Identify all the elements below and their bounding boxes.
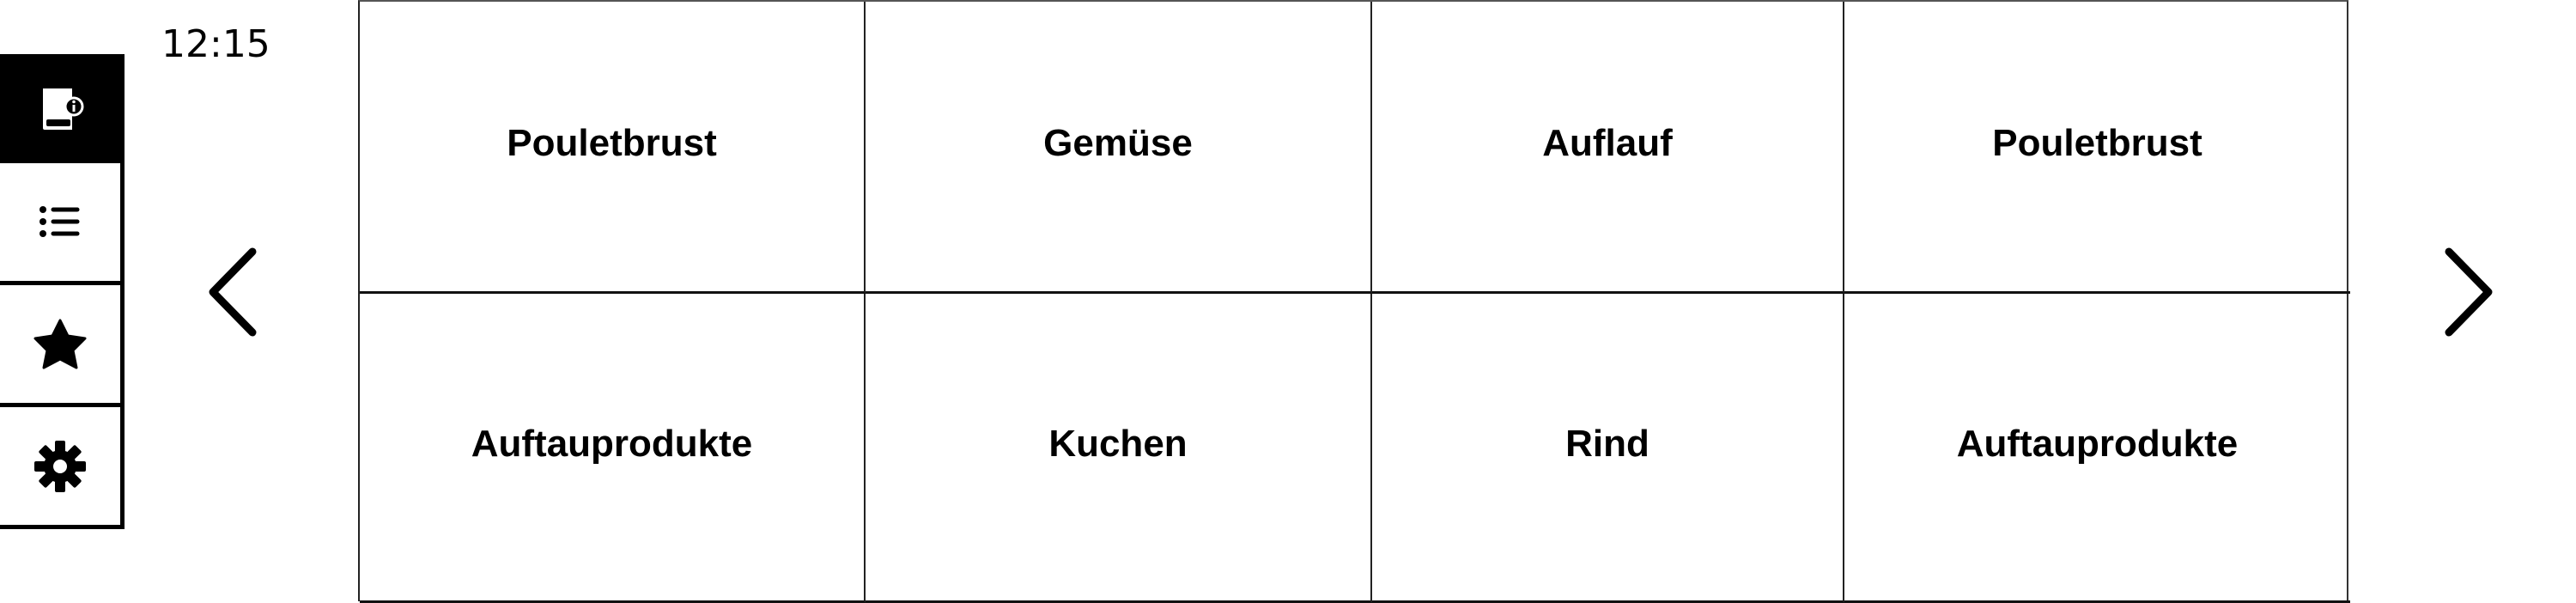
category-label: Rind xyxy=(1565,422,1649,465)
sidebar-item-recipe-book[interactable] xyxy=(0,54,125,163)
list-icon xyxy=(39,205,80,237)
sidebar-item-settings[interactable] xyxy=(0,407,125,529)
category-tile[interactable]: Pouletbrust xyxy=(1844,2,2350,294)
category-tile[interactable]: Gemüse xyxy=(866,2,1372,294)
chevron-left-icon[interactable] xyxy=(206,245,261,339)
gear-icon xyxy=(34,440,86,492)
category-tile[interactable]: Auftauprodukte xyxy=(360,294,866,603)
category-label: Gemüse xyxy=(1043,121,1193,164)
sidebar-item-list[interactable] xyxy=(0,163,125,285)
category-label: Auftauprodukte xyxy=(1956,422,2239,465)
category-label: Auflauf xyxy=(1542,121,1673,164)
category-tile[interactable]: Auftauprodukte xyxy=(1844,294,2350,603)
star-icon xyxy=(33,319,87,368)
sidebar xyxy=(0,54,125,529)
category-grid: Pouletbrust Gemüse Auflauf Pouletbrust A… xyxy=(358,0,2350,603)
category-label: Auftauprodukte xyxy=(471,422,753,465)
sidebar-item-favorites[interactable] xyxy=(0,285,125,407)
category-tile[interactable]: Pouletbrust xyxy=(360,2,866,294)
category-label: Pouletbrust xyxy=(1992,121,2202,164)
chevron-right-icon[interactable] xyxy=(2440,245,2495,339)
category-tile[interactable]: Auflauf xyxy=(1372,2,1844,294)
book-info-icon xyxy=(43,88,84,130)
category-tile[interactable]: Kuchen xyxy=(866,294,1372,603)
category-label: Kuchen xyxy=(1048,422,1188,465)
category-label: Pouletbrust xyxy=(507,121,717,164)
clock: 12:15 xyxy=(161,22,270,66)
category-tile[interactable]: Rind xyxy=(1372,294,1844,603)
